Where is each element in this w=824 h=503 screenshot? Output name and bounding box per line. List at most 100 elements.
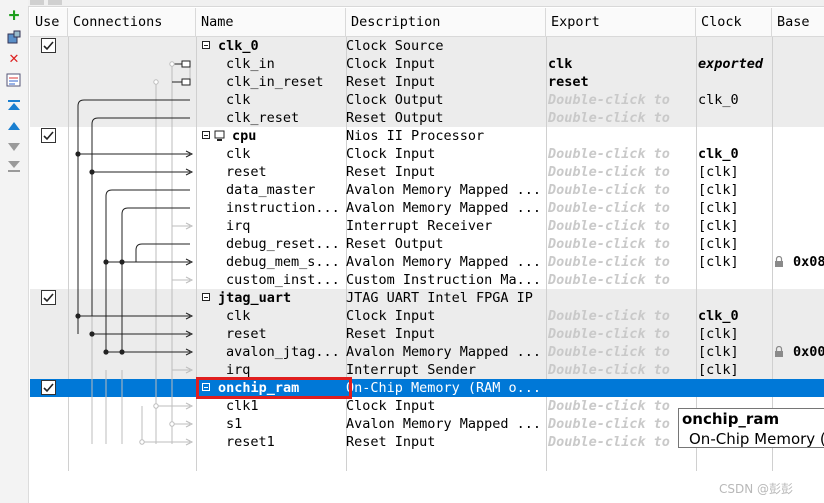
export-cell[interactable]: Double-click to <box>548 217 694 235</box>
export-cell[interactable]: Double-click to <box>548 361 694 379</box>
base-cell[interactable] <box>793 235 824 253</box>
description-cell: On-Chip Memory (RAM o... <box>346 380 542 396</box>
base-cell[interactable] <box>793 307 824 325</box>
base-cell[interactable] <box>793 109 824 127</box>
base-cell[interactable]: 0x00 <box>793 343 824 361</box>
move-bottom-icon[interactable] <box>6 158 22 174</box>
clock-cell[interactable]: [clk] <box>698 217 772 235</box>
export-cell[interactable]: Double-click to <box>548 91 694 109</box>
clock-cell[interactable] <box>698 289 772 307</box>
column-header-clock[interactable]: Clock <box>696 8 772 36</box>
clock-cell[interactable]: [clk] <box>698 253 772 271</box>
column-header-use[interactable]: Use <box>30 8 68 36</box>
column-header-connections[interactable]: Connections <box>68 8 196 36</box>
clock-cell[interactable] <box>698 127 772 145</box>
tooltip-description: On-Chip Memory ( <box>689 430 824 448</box>
lock-icon[interactable] <box>774 345 784 360</box>
clock-cell[interactable] <box>698 37 772 55</box>
name-cell: clk_in_reset <box>226 74 324 90</box>
description-cell: Clock Source <box>346 38 444 54</box>
base-cell[interactable]: 0x08 <box>793 253 824 271</box>
clock-cell[interactable]: clk_0 <box>698 145 772 163</box>
name-cell: custom_inst... <box>226 272 340 288</box>
move-top-icon[interactable] <box>6 98 22 114</box>
description-cell: Reset Output <box>346 110 444 126</box>
export-cell[interactable] <box>548 289 694 307</box>
column-header-description[interactable]: Description <box>346 8 546 36</box>
lock-icon[interactable] <box>774 255 784 270</box>
clock-cell[interactable]: [clk] <box>698 361 772 379</box>
base-cell[interactable] <box>793 271 824 289</box>
base-cell[interactable] <box>793 379 824 397</box>
export-cell[interactable]: Double-click to <box>548 181 694 199</box>
name-cell: clk_in <box>226 56 275 72</box>
export-cell[interactable]: Double-click to <box>548 307 694 325</box>
base-cell[interactable] <box>793 199 824 217</box>
export-cell[interactable] <box>548 127 694 145</box>
export-cell[interactable]: Double-click to <box>548 235 694 253</box>
name-cell: jtag_uart <box>218 290 292 306</box>
clock-cell[interactable]: clk_0 <box>698 307 772 325</box>
clock-cell[interactable]: [clk] <box>698 235 772 253</box>
description-cell: Custom Instruction Ma... <box>346 272 542 288</box>
export-cell[interactable]: Double-click to <box>548 325 694 343</box>
description-cell: Nios II Processor <box>346 128 485 144</box>
base-cell[interactable] <box>793 55 824 73</box>
base-cell[interactable] <box>793 73 824 91</box>
clock-cell[interactable]: [clk] <box>698 181 772 199</box>
base-cell[interactable] <box>793 91 824 109</box>
base-cell[interactable] <box>793 163 824 181</box>
base-cell[interactable] <box>793 361 824 379</box>
move-down-icon[interactable] <box>6 138 22 154</box>
component-icon[interactable] <box>6 30 22 46</box>
base-cell[interactable] <box>793 145 824 163</box>
base-cell[interactable] <box>793 217 824 235</box>
name-cell: instruction... <box>226 200 340 216</box>
remove-icon[interactable]: ✕ <box>6 50 22 66</box>
description-cell: Reset Input <box>346 326 436 342</box>
export-cell[interactable]: reset <box>548 73 694 91</box>
clock-cell[interactable]: [clk] <box>698 163 772 181</box>
export-cell[interactable]: Double-click to <box>548 253 694 271</box>
base-cell[interactable] <box>793 325 824 343</box>
name-cell: clk1 <box>226 398 259 414</box>
clock-cell[interactable]: [clk] <box>698 325 772 343</box>
export-cell[interactable]: Double-click to <box>548 109 694 127</box>
clock-cell[interactable] <box>698 379 772 397</box>
collapse-icon[interactable] <box>202 41 210 49</box>
export-cell[interactable]: Double-click to <box>548 397 694 415</box>
export-cell[interactable]: Double-click to <box>548 145 694 163</box>
clock-cell[interactable] <box>698 271 772 289</box>
clock-cell[interactable]: [clk] <box>698 343 772 361</box>
export-cell[interactable]: Double-click to <box>548 415 694 433</box>
collapse-icon[interactable] <box>202 293 210 301</box>
export-cell[interactable]: Double-click to <box>548 163 694 181</box>
clock-cell[interactable] <box>698 73 772 91</box>
export-cell[interactable] <box>548 37 694 55</box>
export-cell[interactable] <box>548 379 694 397</box>
clock-cell[interactable]: exported <box>698 55 772 73</box>
export-cell[interactable]: Double-click to <box>548 199 694 217</box>
export-cell[interactable]: Double-click to <box>548 433 694 451</box>
column-header-name[interactable]: Name <box>196 8 346 36</box>
description-cell: Interrupt Receiver <box>346 218 493 234</box>
move-up-icon[interactable] <box>6 118 22 134</box>
base-cell[interactable] <box>793 289 824 307</box>
clock-cell[interactable]: clk_0 <box>698 91 772 109</box>
description-cell: Clock Input <box>346 398 436 414</box>
export-cell[interactable]: Double-click to <box>548 343 694 361</box>
base-cell[interactable] <box>793 127 824 145</box>
collapse-icon[interactable] <box>202 131 210 139</box>
edit-icon[interactable] <box>6 72 22 88</box>
clock-cell[interactable]: [clk] <box>698 199 772 217</box>
export-cell[interactable]: clk <box>548 55 694 73</box>
column-header-base[interactable]: Base <box>772 8 824 36</box>
base-cell[interactable] <box>793 181 824 199</box>
connections-graph[interactable] <box>30 37 200 471</box>
column-header-export[interactable]: Export <box>546 8 696 36</box>
name-cell: avalon_jtag... <box>226 344 340 360</box>
export-cell[interactable]: Double-click to <box>548 271 694 289</box>
base-cell[interactable] <box>793 37 824 55</box>
clock-cell[interactable] <box>698 109 772 127</box>
add-icon[interactable]: + <box>6 7 22 25</box>
